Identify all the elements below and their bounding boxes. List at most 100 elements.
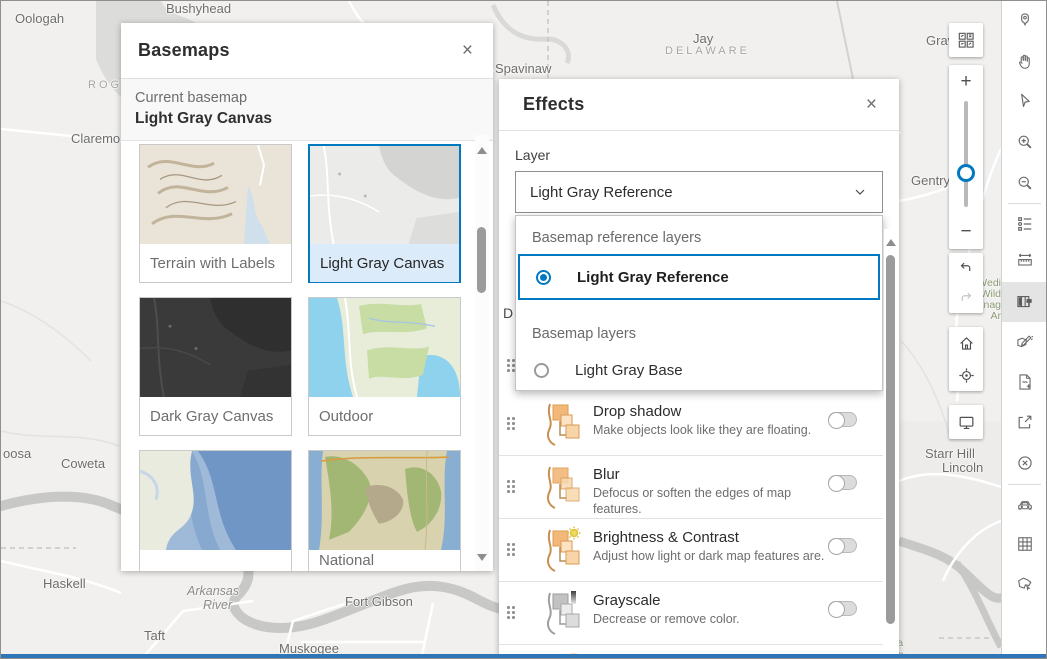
map-label-jay: Jay — [693, 31, 713, 46]
effect-row-grayscale: Grayscale Decrease or remove color. — [499, 582, 883, 645]
basemap-card-label: Dark Gray Canvas — [140, 397, 291, 435]
basemap-card-oceans[interactable]: Oceans — [139, 450, 292, 571]
legend-list-icon — [1015, 214, 1035, 234]
zoom-out-tool-button[interactable] — [1002, 163, 1047, 203]
chevron-down-icon — [852, 184, 868, 200]
effects-scrollbar[interactable] — [884, 229, 898, 659]
bottom-accent-bar — [1, 654, 1046, 658]
basemap-tool-button[interactable] — [1002, 282, 1047, 322]
sketch-tool-button[interactable] — [1002, 322, 1047, 362]
basemaps-panel-header: Basemaps × — [121, 23, 493, 79]
map-label-bushyhead: Bushyhead — [166, 1, 231, 16]
measure-ruler-icon — [1015, 250, 1035, 270]
dismiss-circle-x-icon — [1015, 453, 1035, 473]
light-gray-canvas-thumbnail-image — [310, 146, 459, 244]
map-views-button[interactable] — [949, 23, 983, 57]
home-icon — [957, 334, 976, 353]
zoom-in-tool-button[interactable] — [1002, 122, 1047, 162]
drag-handle-icon[interactable] — [507, 417, 516, 431]
effect-description: Adjust how light or dark map features ar… — [593, 548, 841, 564]
brightness-contrast-toggle[interactable] — [828, 538, 857, 553]
map-label-starr-hill: Starr Hill — [925, 446, 975, 461]
zoom-in-button[interactable]: + — [949, 65, 983, 99]
select-tool-button[interactable] — [1002, 81, 1047, 121]
right-toolbar — [1001, 1, 1047, 659]
basemap-card-label: Light Gray Canvas — [310, 244, 459, 282]
zoom-in-magnifier-icon — [1015, 132, 1035, 152]
effects-close-icon[interactable]: × — [862, 91, 881, 118]
table-grid-icon — [1015, 534, 1035, 554]
basemaps-scrollbar[interactable] — [475, 135, 489, 571]
map-label-catoosa: oosa — [3, 446, 31, 461]
layer-select[interactable]: Light Gray Reference — [515, 171, 883, 213]
occluded-effect-text-fragment: D — [503, 305, 513, 321]
current-basemap-section: Current basemap Light Gray Canvas — [121, 79, 493, 141]
pan-tool-button[interactable] — [1002, 42, 1047, 82]
dropdown-option-light-gray-base[interactable]: Light Gray Base — [518, 350, 880, 390]
radio-unselected-icon[interactable] — [534, 363, 549, 378]
basemaps-close-icon[interactable]: × — [458, 37, 477, 64]
scrollbar-thumb[interactable] — [477, 227, 486, 293]
blur-toggle[interactable] — [828, 475, 857, 490]
measure-tool-button[interactable] — [1002, 240, 1047, 280]
monitor-icon — [957, 413, 976, 432]
effect-row-brightness-contrast: Brightness & Contrast Adjust how light o… — [499, 519, 883, 582]
map-label-lincoln: Lincoln — [942, 460, 983, 475]
effect-row-drop-shadow: Drop shadow Make objects look like they … — [499, 393, 883, 456]
effect-description: Defocus or soften the edges of map featu… — [593, 485, 841, 517]
layer-label: Layer — [515, 147, 550, 163]
drag-handle-icon[interactable] — [507, 480, 516, 494]
basemap-icon — [1015, 292, 1035, 312]
map-label-claremore: Claremo — [71, 131, 120, 146]
basemap-card-terrain-with-labels[interactable]: Terrain with Labels — [139, 144, 292, 283]
locate-crosshair-icon — [957, 366, 976, 385]
add-layer-tool-button[interactable] — [1002, 362, 1047, 402]
drag-handle-icon[interactable] — [507, 606, 516, 620]
map-label-delaware-county: DELAWARE — [665, 45, 750, 57]
table-tool-button[interactable] — [1002, 524, 1047, 564]
dismiss-tool-button[interactable] — [1002, 443, 1047, 483]
zoom-slider-thumb[interactable] — [957, 164, 975, 182]
grayscale-toggle[interactable] — [828, 601, 857, 616]
pin-tool-button[interactable] — [1002, 1, 1047, 41]
map-label-taft: Taft — [144, 628, 165, 643]
map-label-haskell: Haskell — [43, 576, 86, 591]
radio-selected-icon[interactable] — [536, 270, 551, 285]
pan-hand-icon — [1015, 52, 1035, 72]
zoom-out-button[interactable]: − — [949, 215, 983, 249]
basemap-card-label: Terrain with Labels — [140, 244, 291, 282]
redo-icon — [957, 289, 975, 307]
terrain-thumbnail-image — [140, 145, 291, 244]
map-label-arkansas: Arkansas — [187, 584, 239, 598]
select-arrow-icon — [1015, 91, 1035, 111]
scrollbar-thumb[interactable] — [886, 255, 895, 624]
effect-row-blur: Blur Defocus or soften the edges of map … — [499, 456, 883, 519]
redo-button[interactable] — [949, 283, 983, 313]
scroll-up-icon[interactable] — [886, 239, 896, 246]
drop-shadow-toggle[interactable] — [828, 412, 857, 427]
car-icon — [1015, 495, 1035, 515]
zoom-slider-track[interactable] — [964, 101, 968, 207]
map-label-fort-gibson: Fort Gibson — [345, 594, 413, 609]
basemap-card-light-gray-canvas[interactable]: Light Gray Canvas — [308, 144, 461, 283]
scroll-up-icon[interactable] — [477, 147, 487, 154]
dropdown-group-reference-layers: Basemap reference layers — [532, 230, 701, 246]
directions-tool-button[interactable] — [1002, 485, 1047, 525]
undo-icon — [957, 259, 975, 277]
basemap-card-national-geographic[interactable]: National Geographic — [308, 450, 461, 571]
basemap-card-outdoor[interactable]: Outdoor — [308, 297, 461, 436]
home-button[interactable] — [949, 327, 983, 359]
map-label-oologah: Oologah — [15, 11, 64, 26]
locate-button[interactable] — [949, 359, 983, 391]
device-preview-button[interactable] — [949, 405, 983, 439]
current-basemap-label: Current basemap — [135, 90, 477, 106]
scroll-down-icon[interactable] — [477, 554, 487, 561]
legend-tool-button[interactable] — [1002, 204, 1047, 244]
share-tool-button[interactable] — [1002, 402, 1047, 442]
dropdown-option-light-gray-reference[interactable]: Light Gray Reference — [518, 254, 880, 300]
select-features-tool-button[interactable] — [1002, 564, 1047, 604]
brightness-contrast-icon — [539, 525, 585, 575]
basemap-card-dark-gray-canvas[interactable]: Dark Gray Canvas — [139, 297, 292, 436]
drag-handle-icon[interactable] — [507, 543, 516, 557]
undo-button[interactable] — [949, 253, 983, 283]
